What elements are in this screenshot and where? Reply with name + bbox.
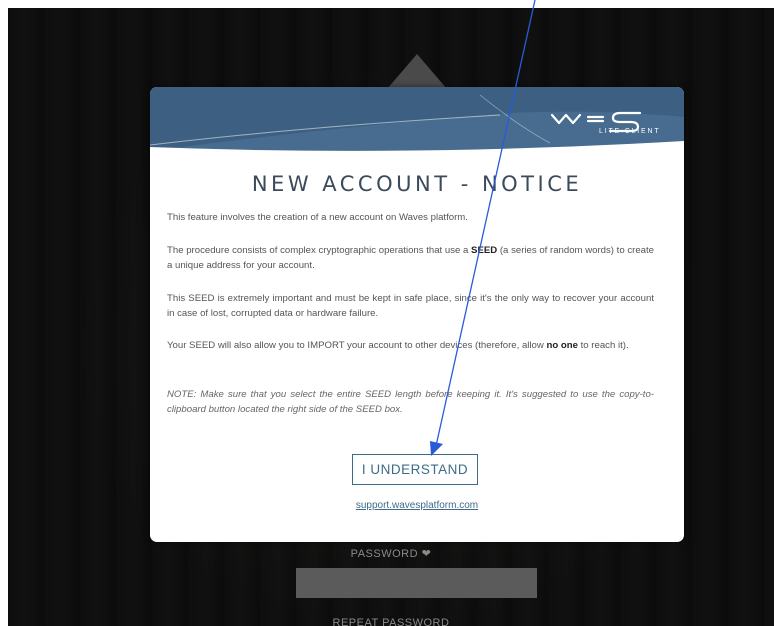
notice-paragraph-4: Your SEED will also allow you to IMPORT … — [167, 340, 629, 351]
notice-modal: LITE CLIENT NEW ACCOUNT - NOTICE This fe… — [150, 87, 684, 542]
i-understand-button[interactable]: I UNDERSTAND — [352, 454, 478, 485]
modal-header-banner: LITE CLIENT — [150, 87, 684, 151]
notice-paragraph-2: The procedure consists of complex crypto… — [167, 245, 654, 271]
no-one-bold-text: no one — [546, 340, 578, 351]
password-input[interactable] — [296, 568, 537, 598]
seed-bold-text: SEED — [471, 245, 498, 256]
logo-subtitle: LITE CLIENT — [599, 128, 660, 135]
notice-note: NOTE: Make sure that you select the enti… — [167, 389, 654, 415]
notice-paragraph-1: This feature involves the creation of a … — [167, 212, 468, 223]
repeat-password-label: REPEAT PASSWORD — [332, 617, 450, 626]
support-link[interactable]: support.wavesplatform.com — [150, 500, 684, 511]
modal-title: NEW ACCOUNT - NOTICE — [251, 172, 583, 196]
password-label: PASSWORD ❤ — [350, 548, 432, 560]
notice-paragraph-3: This SEED is extremely important and mus… — [167, 293, 654, 319]
